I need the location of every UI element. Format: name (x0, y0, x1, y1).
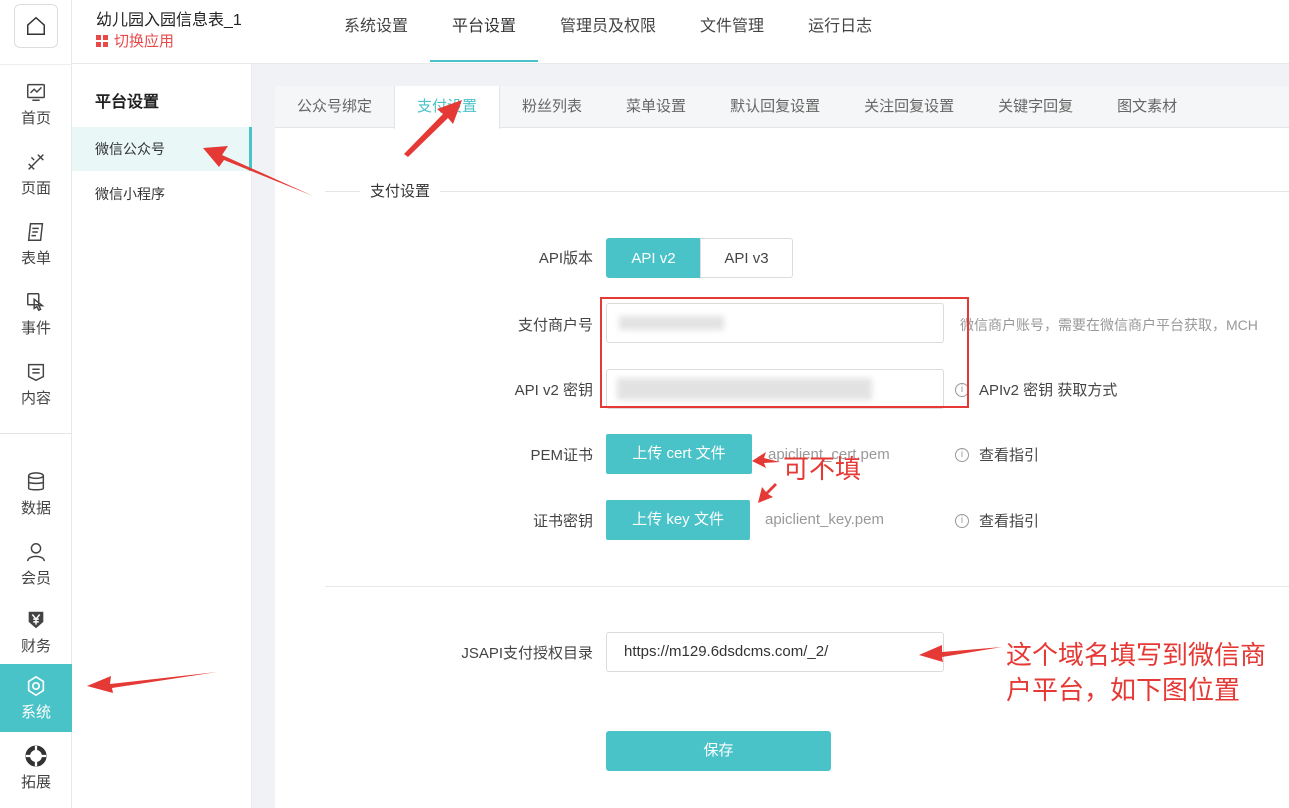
apps-grid-icon (96, 34, 108, 47)
info-icon: i (955, 447, 969, 462)
tab-keyword-reply[interactable]: 关键字回复 (976, 86, 1095, 128)
key-guide-text: 查看指引 (979, 513, 1040, 530)
rail-item-extensions[interactable]: 拓展 (0, 734, 72, 802)
api-key-label: API v2 密钥 (514, 382, 593, 399)
database-icon (27, 471, 45, 491)
jsapi-dir-label: JSAPI支付授权目录 (461, 645, 593, 662)
switch-app-label: 切换应用 (114, 33, 175, 50)
rail-label: 首页 (20, 109, 51, 127)
subnav-item-wechat-official[interactable]: 微信公众号 (72, 127, 252, 171)
settings-icon (27, 675, 45, 696)
api-key-help-text: APIv2 密钥 获取方式 (979, 382, 1118, 399)
extension-icon (25, 744, 47, 767)
tab-bar: 公众号绑定 支付设置 粉丝列表 菜单设置 默认回复设置 关注回复设置 关键字回复… (275, 86, 1289, 129)
rail-label: 页面 (20, 179, 51, 197)
yen-icon (28, 611, 44, 628)
tab-follow-reply[interactable]: 关注回复设置 (842, 86, 976, 128)
secondary-sidebar: 平台设置 微信公众号 微信小程序 (72, 64, 252, 808)
tab-account-binding[interactable]: 公众号绑定 (275, 86, 394, 128)
cert-guide-link[interactable]: i 查看指引 (955, 444, 1039, 465)
rail-item-dashboard[interactable]: 首页 (0, 70, 72, 138)
rail-label: 事件 (20, 319, 51, 337)
touch-icon (27, 292, 45, 311)
rail-label: 财务 (20, 637, 51, 655)
rail-label: 数据 (20, 499, 51, 517)
rail-item-system[interactable]: 系统 (0, 664, 72, 732)
upload-key-button[interactable]: 上传 key 文件 (606, 500, 750, 540)
content-icon (27, 363, 45, 381)
pem-cert-label: PEM证书 (530, 447, 593, 464)
rail-item-members[interactable]: 会员 (0, 530, 72, 598)
app-title: 幼儿园入园信息表_1 (96, 12, 242, 29)
dashboard-icon (27, 83, 45, 101)
tab-default-reply[interactable]: 默认回复设置 (708, 86, 842, 128)
icon-rail: 首页 页面 表单 事件 内容 数据 会员 财务 系统 拓展 (0, 0, 72, 808)
rail-item-content[interactable]: 内容 (0, 350, 72, 418)
form-icon (27, 222, 44, 241)
info-icon: i (955, 513, 969, 528)
section-title: 支付设置 (360, 180, 441, 201)
rail-label: 拓展 (20, 773, 51, 791)
rail-divider (0, 64, 72, 65)
rail-label: 内容 (20, 389, 51, 407)
subnav-item-wechat-miniprogram[interactable]: 微信小程序 (72, 172, 252, 216)
highlight-box (600, 297, 969, 408)
rail-item-finance[interactable]: 财务 (0, 598, 72, 666)
cert-key-label: 证书密钥 (532, 513, 593, 530)
cert-guide-text: 查看指引 (979, 447, 1040, 464)
rail-item-events[interactable]: 事件 (0, 280, 72, 348)
home-icon (27, 16, 45, 35)
rail-label: 会员 (20, 569, 51, 587)
api-key-help[interactable]: i APIv2 密钥 获取方式 (955, 379, 1117, 400)
domain-note-line2: 户平台，如下图位置 (1006, 675, 1241, 705)
rail-label: 系统 (20, 703, 51, 721)
api-v2-option[interactable]: API v2 (606, 238, 701, 278)
tab-payment-settings[interactable]: 支付设置 (394, 86, 501, 129)
switch-app-link[interactable]: 切换应用 (96, 30, 174, 51)
optional-note: 可不填 (783, 454, 862, 484)
key-filename: apiclient_key.pem (765, 511, 884, 528)
home-button[interactable] (14, 4, 58, 48)
merchant-id-label: 支付商户号 (517, 317, 593, 334)
save-button[interactable]: 保存 (606, 731, 831, 771)
design-icon (28, 153, 44, 170)
api-v3-option[interactable]: API v3 (700, 238, 793, 278)
rail-item-forms[interactable]: 表单 (0, 210, 72, 278)
rail-item-pages[interactable]: 页面 (0, 140, 72, 208)
rail-item-data[interactable]: 数据 (0, 460, 72, 528)
user-icon (27, 542, 45, 561)
tab-fans-list[interactable]: 粉丝列表 (500, 86, 604, 128)
tab-menu-settings[interactable]: 菜单设置 (604, 86, 708, 128)
topnav-file-management[interactable]: 文件管理 (678, 0, 786, 62)
api-version-label: API版本 (538, 250, 593, 267)
key-guide-link[interactable]: i 查看指引 (955, 510, 1039, 531)
top-navigation: 系统设置 平台设置 管理员及权限 文件管理 运行日志 (322, 0, 894, 62)
tab-media-material[interactable]: 图文素材 (1095, 86, 1199, 128)
subnav-title: 平台设置 (95, 94, 160, 111)
merchant-id-hint: 微信商户账号，需要在微信商户平台获取，MCH (960, 317, 1258, 333)
topnav-platform-settings[interactable]: 平台设置 (430, 0, 539, 62)
rail-label: 表单 (20, 249, 51, 267)
topnav-run-logs[interactable]: 运行日志 (786, 0, 894, 62)
section-divider (325, 191, 1289, 192)
topnav-system-settings[interactable]: 系统设置 (322, 0, 430, 62)
domain-note-line1: 这个域名填写到微信商 (1006, 640, 1267, 670)
jsapi-dir-field[interactable]: https://m129.6dsdcms.com/_2/ (606, 632, 944, 672)
topnav-admins-permissions[interactable]: 管理员及权限 (538, 0, 678, 62)
form-divider (325, 586, 1289, 587)
upload-cert-button[interactable]: 上传 cert 文件 (606, 434, 752, 474)
rail-divider (0, 433, 72, 434)
